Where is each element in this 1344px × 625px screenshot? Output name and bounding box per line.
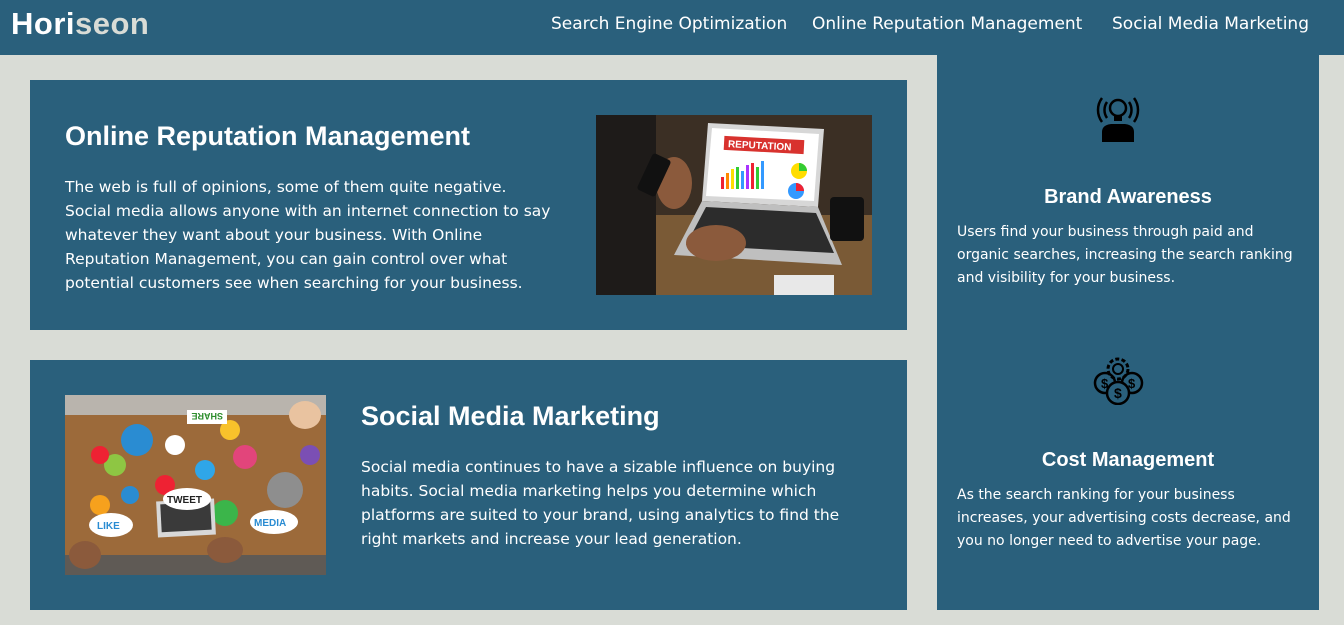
benefit-text: Users find your business through paid an… bbox=[957, 224, 1293, 286]
card-title: Social Media Marketing bbox=[361, 401, 660, 431]
social-image-label-share: SHARE bbox=[191, 411, 223, 421]
card-title: Online Reputation Management bbox=[65, 121, 471, 151]
card-reputation: Online Reputation Management The web is … bbox=[30, 80, 907, 330]
gear-dollar-icon: $ $ $ bbox=[1092, 355, 1144, 409]
logo-accent: seon bbox=[75, 6, 150, 41]
social-image-label-media: MEDIA bbox=[254, 518, 286, 529]
nav-link-reputation[interactable]: Online Reputation Management bbox=[812, 12, 1082, 36]
card-text: Social media continues to have a sizable… bbox=[361, 458, 840, 548]
benefit-title: Cost Management bbox=[1041, 449, 1215, 471]
card-text: The web is full of opinions, some of the… bbox=[65, 178, 551, 292]
benefit-title: Brand Awareness bbox=[1044, 186, 1212, 208]
social-image-label-tweet: TWEET bbox=[167, 495, 202, 506]
svg-text:$: $ bbox=[1114, 385, 1122, 401]
header: Horiseon Search Engine Optimization Onli… bbox=[0, 0, 1344, 55]
lightbulb-person-icon bbox=[1093, 90, 1143, 146]
nav-link-seo[interactable]: Search Engine Optimization bbox=[551, 12, 787, 36]
benefits-panel: Brand Awareness Users find your business… bbox=[937, 55, 1319, 610]
card-social: SHARE TWEET LIKE MEDIA Social Media Mark… bbox=[30, 360, 907, 610]
social-image-label-like: LIKE bbox=[97, 521, 120, 532]
reputation-image: REPUTATION bbox=[596, 115, 872, 295]
social-media-image: SHARE TWEET LIKE MEDIA bbox=[65, 395, 326, 575]
logo-main: Hori bbox=[11, 6, 75, 41]
nav-link-social[interactable]: Social Media Marketing bbox=[1112, 12, 1309, 36]
logo[interactable]: Horiseon bbox=[11, 6, 149, 42]
benefit-text: As the search ranking for your business … bbox=[957, 487, 1291, 549]
